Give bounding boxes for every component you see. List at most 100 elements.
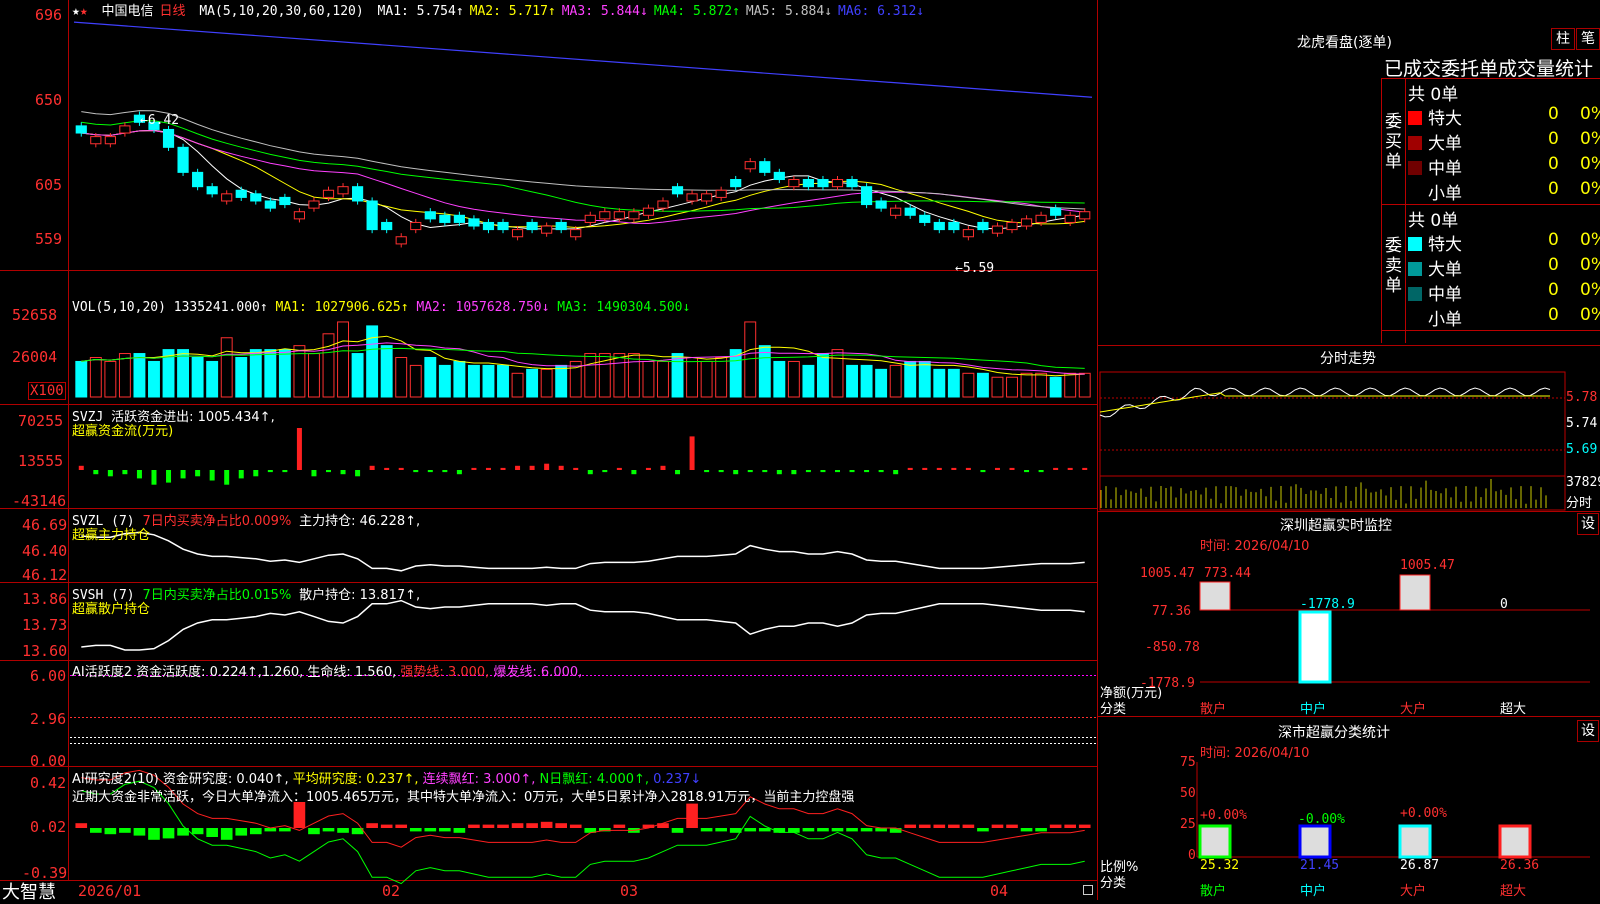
volume-bar	[264, 349, 277, 398]
order-pct: 0%	[1580, 305, 1600, 325]
research-bar	[715, 828, 727, 832]
volume-bar	[89, 357, 102, 398]
candle	[730, 179, 742, 188]
candle	[671, 186, 684, 195]
flow-bar	[1038, 470, 1044, 473]
research-bar	[918, 824, 931, 828]
bar-mode-button[interactable]: 柱	[1551, 28, 1575, 50]
research-bar	[744, 828, 757, 832]
candle	[424, 211, 436, 220]
research-bar	[540, 821, 553, 828]
research-bar	[220, 828, 233, 840]
class-settings-button[interactable]: 设	[1577, 720, 1599, 742]
ai-research-l1: 资金研究度: 0.040↑,	[162, 772, 289, 787]
sell-total: 共 0单	[1408, 211, 1459, 231]
research-bar	[511, 823, 524, 828]
research-bar	[526, 823, 538, 828]
ma-legend-3: MA3: 5.844↓	[561, 4, 648, 19]
volume-bar	[933, 368, 946, 398]
candle	[337, 186, 349, 195]
research-bar	[657, 823, 669, 828]
vol-ma1: MA1: 1027906.625↑	[275, 300, 409, 315]
flow-bar	[471, 467, 477, 470]
candle	[1035, 214, 1047, 223]
volume-bar	[627, 353, 640, 398]
divider	[1405, 78, 1406, 343]
candle	[279, 196, 291, 206]
order-type: 小单	[1428, 310, 1462, 330]
candle	[482, 221, 495, 231]
research-bar	[133, 828, 146, 836]
vol-unit: X100	[28, 382, 66, 400]
candle	[206, 186, 218, 195]
monitor-settings-button[interactable]: 设	[1577, 513, 1599, 535]
flow-bar	[136, 470, 142, 479]
class-value-super: 26.36	[1500, 858, 1540, 873]
order-pct: 0%	[1580, 280, 1600, 300]
order-count: 0	[1548, 230, 1559, 250]
candle	[104, 136, 116, 145]
flow-bar	[558, 465, 564, 470]
svzj-axis-3: -43146	[12, 492, 67, 510]
flow-bar	[805, 470, 811, 473]
research-bar	[1035, 828, 1047, 832]
volume-bar	[424, 357, 437, 398]
order-count: 0	[1548, 154, 1559, 174]
flow-bar	[340, 470, 346, 475]
candle	[744, 161, 756, 170]
divider	[1381, 78, 1382, 343]
candle	[264, 200, 276, 209]
color-swatch	[1408, 312, 1422, 326]
monitor-cat-large: 大户	[1400, 702, 1427, 717]
candle	[235, 189, 247, 198]
research-bar	[700, 828, 713, 832]
volume-bar	[1078, 372, 1091, 398]
lock-icon[interactable]	[1083, 885, 1093, 895]
class-axis-75: 75	[1180, 755, 1196, 770]
order-pct: 0%	[1580, 104, 1600, 124]
research-bar	[322, 828, 335, 832]
flow-bar	[238, 470, 244, 479]
research-bar	[962, 824, 975, 828]
class-pct-large: +0.00%	[1400, 806, 1447, 821]
candle	[1020, 218, 1033, 227]
volume-bar	[613, 353, 626, 398]
flow-bar	[326, 470, 331, 473]
volume-bar	[526, 368, 539, 398]
period-label[interactable]: 日线	[160, 4, 186, 19]
star-icon[interactable]: ★	[72, 4, 80, 19]
research-bar	[380, 824, 393, 828]
kline-chart[interactable]	[0, 0, 1100, 900]
candle	[395, 236, 407, 245]
candle	[628, 211, 640, 220]
price-legend: ★★ 中国电信 日线 MA(5,10,20,30,60,120) MA1: 5.7…	[72, 0, 936, 19]
candle	[497, 221, 509, 231]
order-count: 0	[1548, 129, 1559, 149]
order-row-中单: 中单	[1408, 154, 1462, 179]
vol-value: 1335241.000↑	[173, 300, 268, 315]
flow-bar	[1024, 470, 1030, 473]
volume-bar	[351, 353, 364, 398]
volume-bar	[657, 360, 669, 398]
volume-bar	[235, 357, 248, 398]
volume-bar	[904, 360, 917, 398]
volume-bar	[642, 360, 655, 398]
flow-bar	[616, 467, 622, 470]
research-bar	[977, 828, 989, 832]
flow-bar	[631, 470, 637, 475]
tick-mode-button[interactable]: 笔	[1576, 28, 1600, 50]
low-annotation: ←5.59	[955, 261, 995, 276]
research-bar	[933, 824, 946, 828]
flow-bar	[835, 470, 840, 473]
flow-bar	[282, 470, 288, 473]
star-icon-2[interactable]: ★	[80, 4, 88, 19]
flow-bar	[791, 470, 797, 475]
research-bar	[89, 828, 102, 833]
volume-bar	[947, 368, 960, 398]
research-bar	[889, 828, 902, 833]
svsh-line	[81, 599, 1085, 651]
flow-bar	[195, 470, 201, 477]
flow-bar	[573, 467, 579, 470]
research-bar	[1064, 824, 1077, 828]
research-bar	[162, 828, 175, 839]
